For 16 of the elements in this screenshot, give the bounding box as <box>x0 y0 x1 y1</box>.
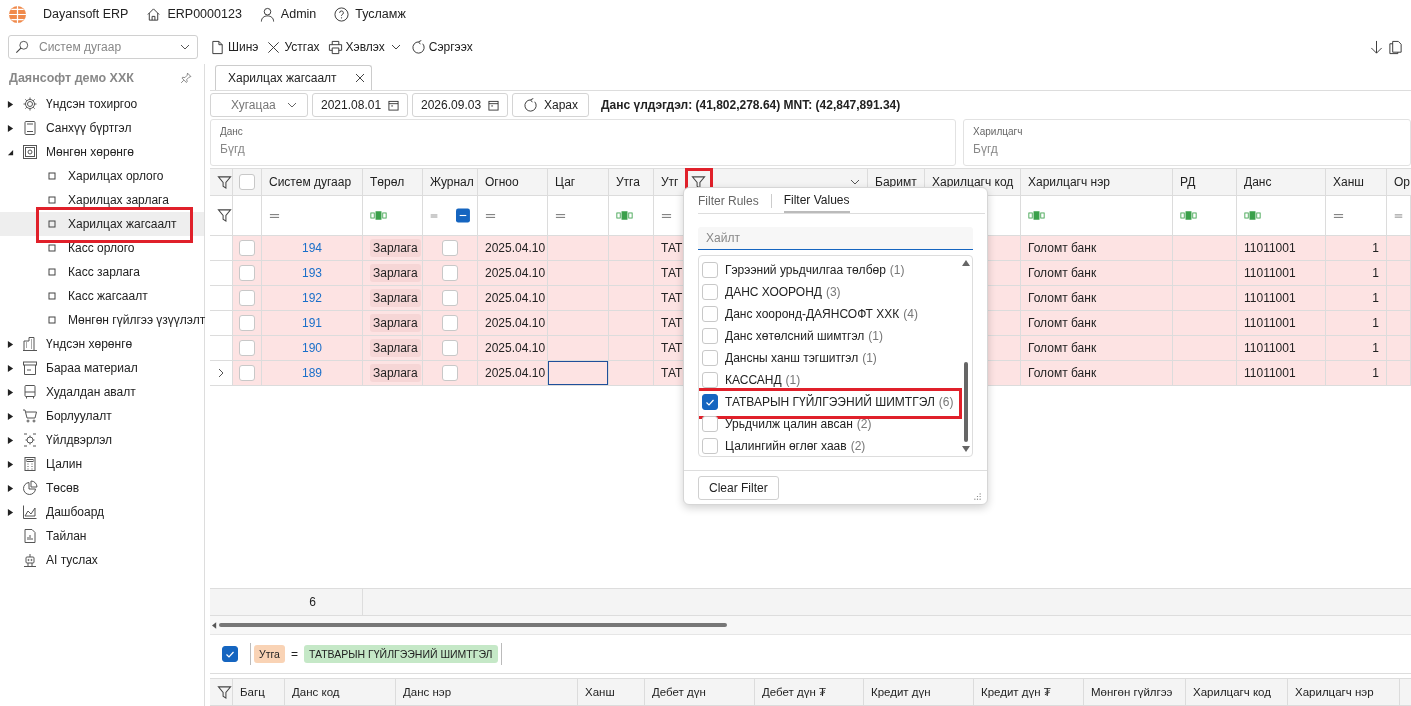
type-tag: Зарлага <box>370 289 421 307</box>
table-cell: 2025.04.10 <box>478 361 548 386</box>
company-name: Даянсофт демо ХХК <box>9 71 134 85</box>
field-label: Данс <box>220 126 244 137</box>
table-cell: 1 <box>1326 361 1387 386</box>
app-name: Dayansoft ERP <box>43 7 129 21</box>
type-tag: Зарлага <box>370 314 421 332</box>
row-count: 6 <box>210 589 363 615</box>
type-tag: Зарлага <box>370 264 421 282</box>
table-cell: 11011001 <box>1237 361 1326 386</box>
table-cell: Голомт банк <box>1021 361 1173 386</box>
field-label: Харилцагч <box>973 126 1024 137</box>
type-tag: Зарлага <box>370 339 421 357</box>
type-tag: Зарлага <box>370 364 421 382</box>
balance-text: Данс үлдэгдэл: (41,802,278.64) MNT: (42,847,891.34) <box>601 98 901 112</box>
type-tag: Зарлага <box>370 239 421 257</box>
